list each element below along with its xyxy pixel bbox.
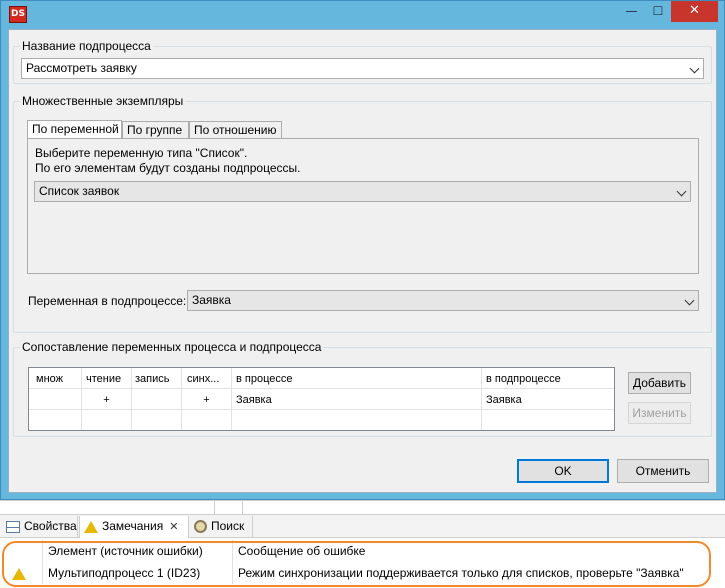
severity-cell (12, 562, 36, 584)
ide-editor-strip (0, 500, 725, 514)
dialog-client-area: Название подпроцесса Рассмотреть заявку … (8, 29, 717, 493)
column-header-read[interactable]: чтение (86, 369, 130, 389)
app-icon: DS (9, 6, 27, 23)
search-icon (194, 520, 207, 534)
maximize-button[interactable]: ☐ (645, 1, 671, 22)
column-header-in-subprocess[interactable]: в подпроцессе (486, 369, 611, 389)
edit-mapping-button[interactable]: Изменить (628, 402, 691, 424)
mapping-cell-sync[interactable]: + (182, 390, 231, 410)
mapping-cell-in-process[interactable]: Заявка (236, 390, 476, 410)
subprocess-variable-label: Переменная в подпроцессе: (28, 294, 187, 308)
tab-by-variable[interactable]: По переменной (27, 120, 122, 139)
problem-message: Режим синхронизации поддерживается тольк… (238, 566, 684, 580)
subprocess-dialog: DS — ☐ ✕ Название подпроцесса Рассмотрет… (0, 0, 725, 500)
bottom-panel-tabs: Свойства Замечания ✕ Поиск (0, 514, 725, 538)
column-header-in-process[interactable]: в процессе (236, 369, 476, 389)
subprocess-name-value: Рассмотреть заявку (26, 61, 137, 75)
tab-properties-label: Свойства (24, 519, 77, 533)
title-bar[interactable]: DS — ☐ ✕ (1, 1, 724, 28)
add-mapping-button[interactable]: Добавить (628, 372, 691, 394)
mapping-cell-in-subprocess[interactable]: Заявка (486, 390, 611, 410)
cancel-button[interactable]: Отменить (617, 459, 709, 483)
column-header-element[interactable]: Элемент (источник ошибки) (48, 540, 230, 562)
tab-problems[interactable]: Замечания ✕ (79, 516, 189, 538)
problems-table[interactable]: Элемент (источник ошибки) Сообщение об о… (0, 538, 725, 588)
warning-icon (84, 520, 98, 533)
minimize-button[interactable]: — (618, 1, 645, 22)
column-header-write[interactable]: запись (135, 369, 180, 389)
list-variable-value: Список заявок (39, 184, 120, 198)
tab-by-group[interactable]: По группе (122, 121, 189, 139)
mapping-label: Сопоставление переменных процесса и подп… (20, 340, 324, 354)
list-variable-combo[interactable]: Список заявок (34, 181, 691, 202)
properties-icon (6, 520, 20, 533)
column-header-sync[interactable]: синх... (187, 369, 230, 389)
multi-instance-label: Множественные экземпляры (20, 94, 186, 108)
close-tab-icon[interactable]: ✕ (169, 521, 178, 533)
chevron-down-icon (676, 186, 687, 197)
instruction-line-1: Выберите переменную типа "Список". (35, 146, 248, 160)
mapping-cell-read[interactable]: + (82, 390, 131, 410)
chevron-down-icon (689, 63, 700, 74)
chevron-down-icon (684, 295, 695, 306)
tab-search[interactable]: Поиск (190, 516, 253, 538)
tab-by-relation[interactable]: По отношению (189, 121, 282, 139)
warning-icon (12, 567, 26, 580)
tab-search-label: Поиск (211, 519, 245, 533)
subprocess-variable-value: Заявка (192, 293, 231, 307)
close-button[interactable]: ✕ (671, 1, 718, 22)
subprocess-variable-combo[interactable]: Заявка (187, 290, 699, 311)
mapping-table[interactable]: множ чтение запись синх... в процессе в … (28, 367, 615, 431)
problem-element: Мультиподпроцесс 1 (ID23) (48, 566, 201, 580)
subprocess-name-label: Название подпроцесса (20, 39, 153, 53)
table-row[interactable]: Мультиподпроцесс 1 (ID23) Режим синхрони… (0, 562, 725, 584)
tab-problems-label: Замечания (102, 519, 164, 533)
problems-header-row: Элемент (источник ошибки) Сообщение об о… (0, 540, 725, 562)
column-header-multi[interactable]: множ (36, 369, 80, 389)
subprocess-name-combo[interactable]: Рассмотреть заявку (21, 58, 704, 79)
ok-button[interactable]: OK (517, 459, 609, 483)
tab-properties[interactable]: Свойства (2, 516, 78, 538)
column-header-message[interactable]: Сообщение об ошибке (238, 540, 708, 562)
instruction-line-2: По его элементам будут созданы подпроцес… (35, 161, 301, 175)
